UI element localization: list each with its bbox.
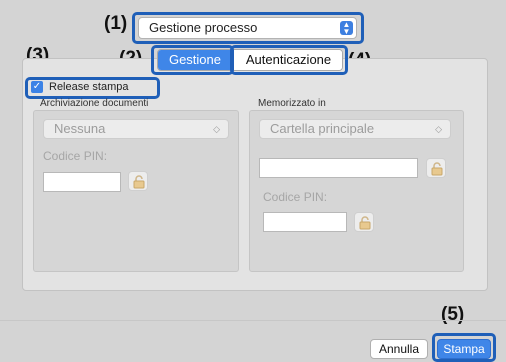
store-path-lock-button[interactable] [426,158,446,178]
cancel-button[interactable]: Annulla [370,339,428,359]
archive-section-title: Archiviazione documenti [40,98,149,109]
archive-lock-button[interactable] [128,171,148,191]
callout-1: (1) [104,13,128,34]
highlight-tab-gestione [151,45,234,75]
lock-icon [431,162,443,176]
store-path-input[interactable] [259,158,418,178]
store-pin-lock-button[interactable] [354,212,374,232]
highlight-tab-autenticazione [230,45,348,75]
archive-pin-label: Codice PIN: [43,149,108,163]
highlight-release-stampa [25,77,160,99]
callout-5: (5) [441,304,465,325]
highlight-print-button [432,333,496,362]
archive-select[interactable]: Nessuna ◇ [43,119,229,139]
store-select[interactable]: Cartella principale ◇ [259,119,451,139]
archive-select-value: Nessuna [54,121,106,136]
store-section-title: Memorizzato in [258,98,326,109]
highlight-process-select [132,12,364,44]
lock-icon [359,216,371,230]
footer-divider [0,320,506,321]
archive-pin-input[interactable] [43,172,121,192]
store-pin-label: Codice PIN: [263,190,328,204]
store-pin-input[interactable] [263,212,347,232]
lock-icon [133,175,145,189]
chevron-updown-icon: ◇ [435,124,442,134]
store-select-value: Cartella principale [270,121,375,136]
chevron-updown-icon: ◇ [213,124,220,134]
